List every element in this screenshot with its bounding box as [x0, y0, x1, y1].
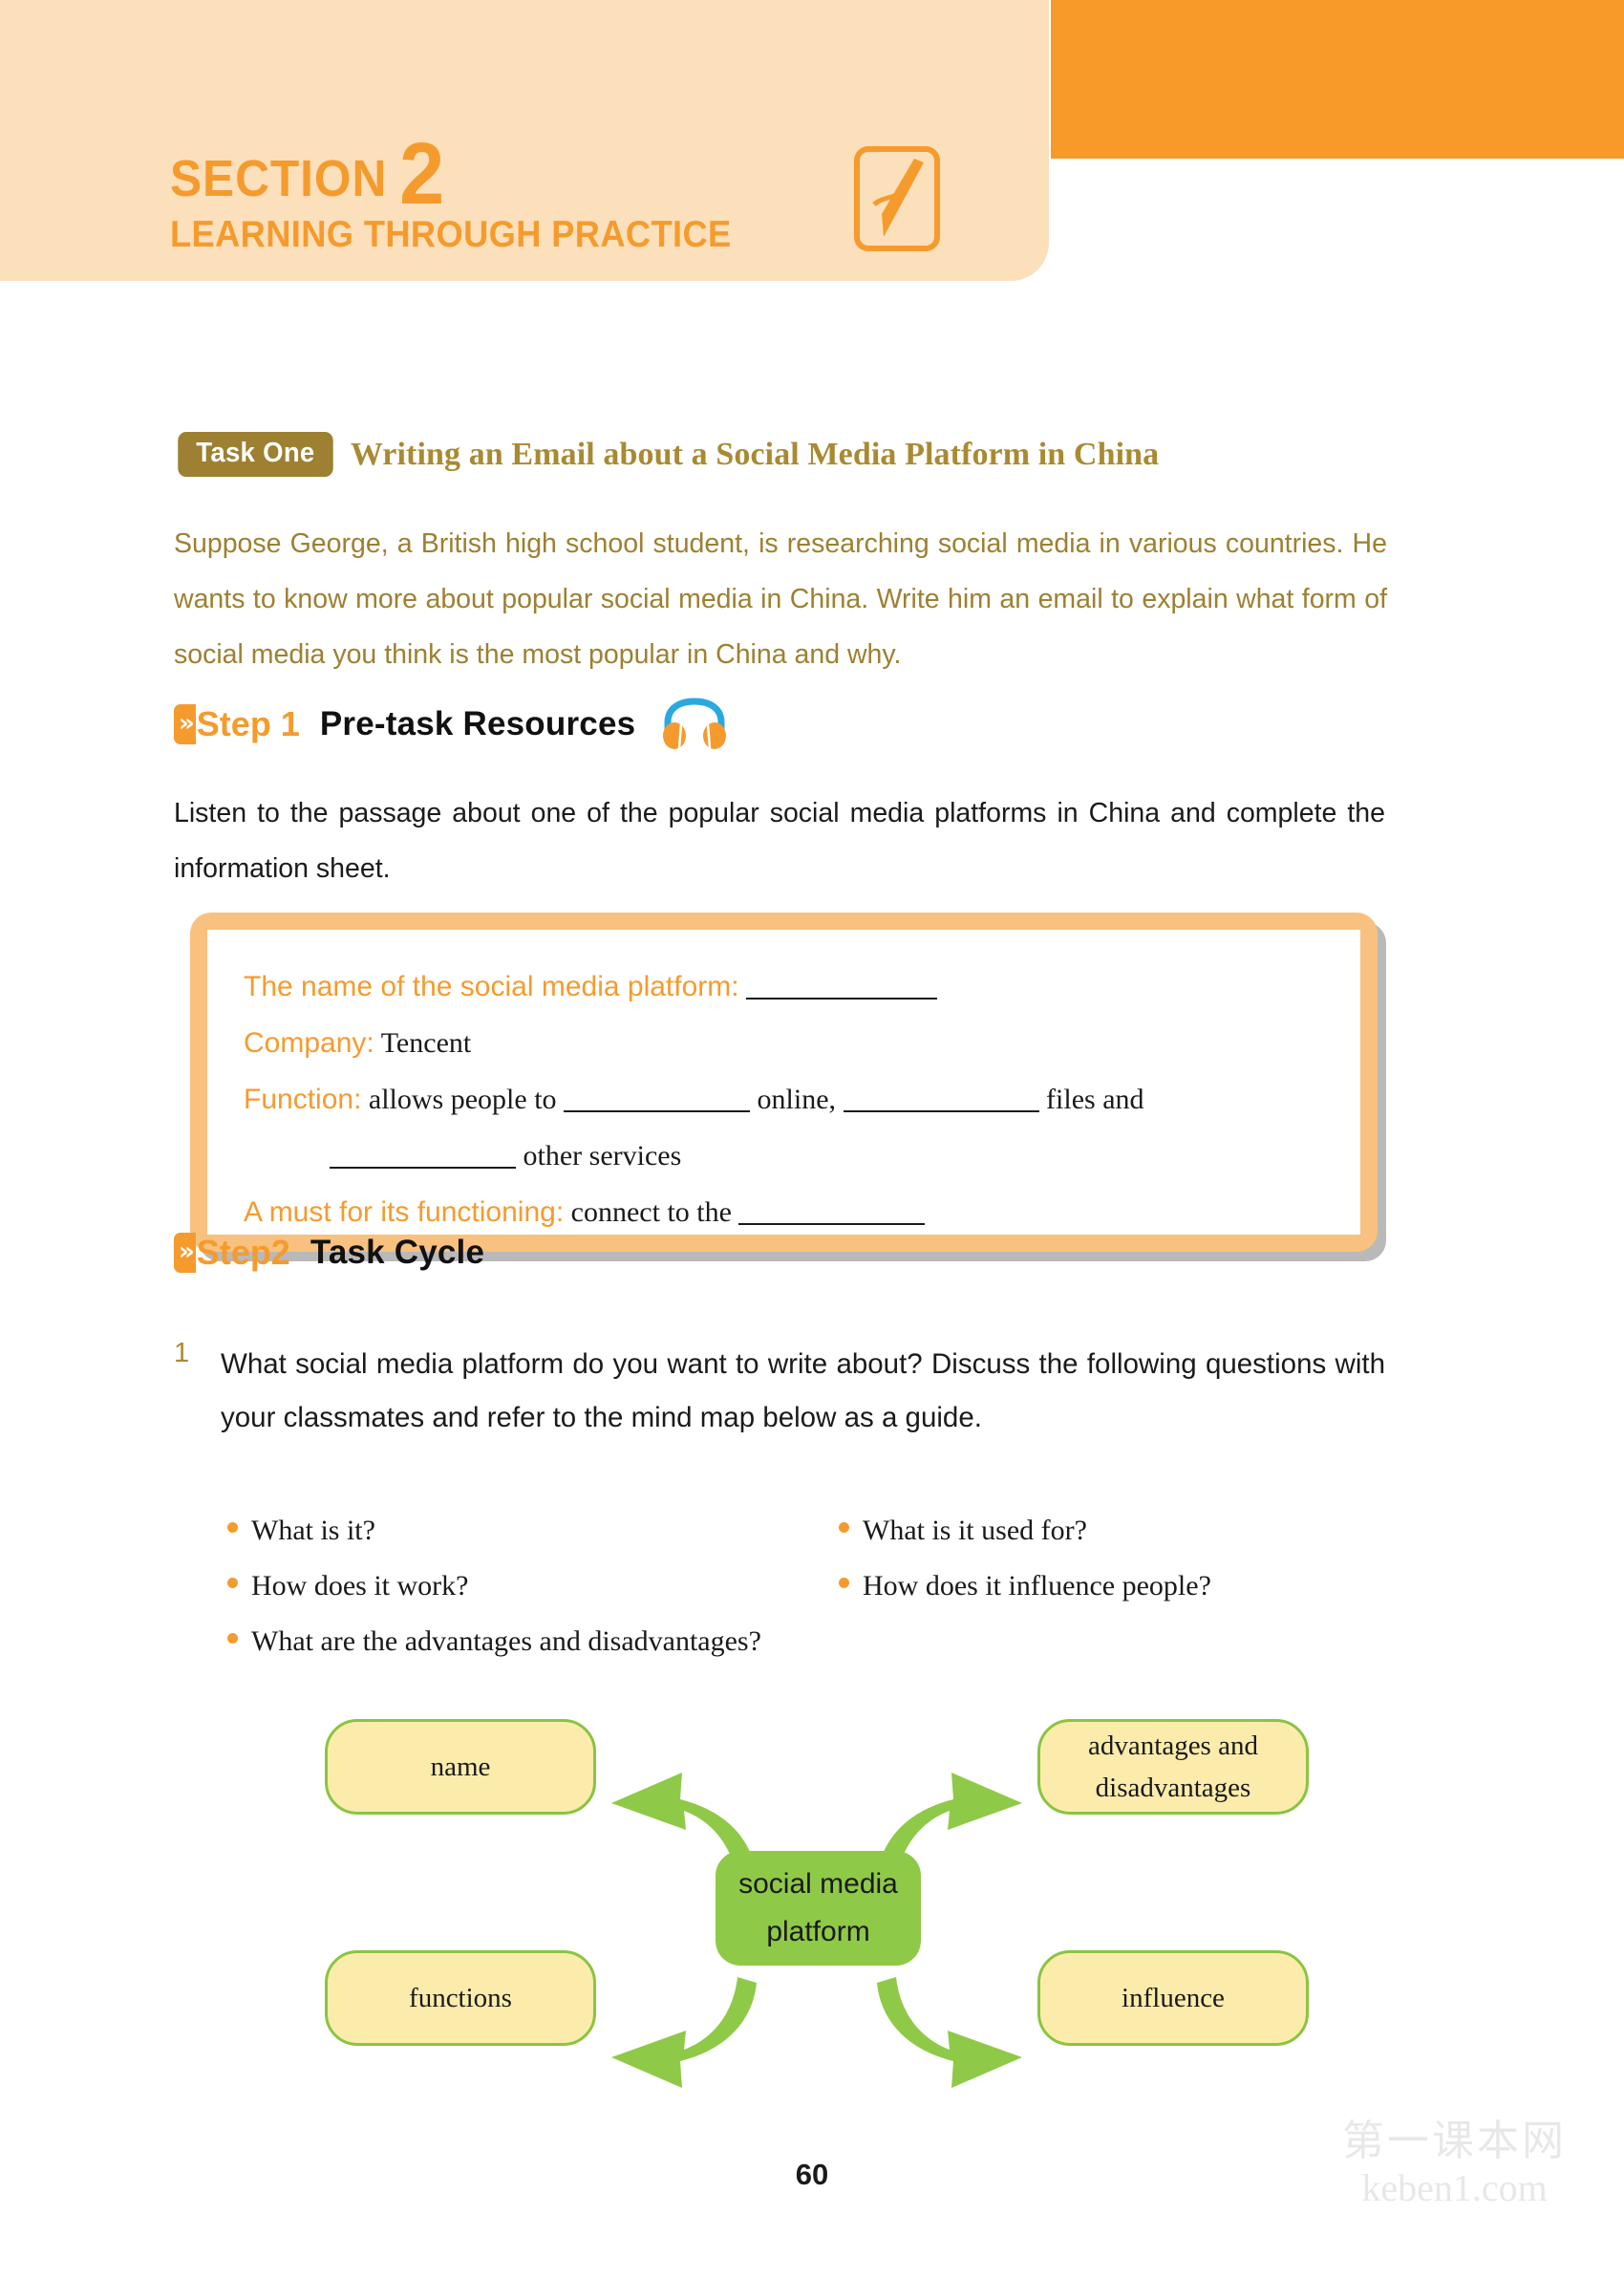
- sheet-blank-function-2[interactable]: [843, 1082, 1039, 1112]
- section-number: 2: [399, 125, 446, 223]
- step-2-chip: » Step2: [174, 1233, 290, 1273]
- bullet-label: How does it work?: [251, 1570, 469, 1602]
- task-one-heading: Task One Writing an Email about a Social…: [174, 432, 1159, 477]
- section-subtitle: LEARNING THROUGH PRACTICE: [170, 213, 732, 255]
- bullet-dot-icon: [227, 1522, 238, 1533]
- bullet-dot-icon: [839, 1578, 849, 1588]
- sheet-text-function-3: files and: [1046, 1084, 1144, 1115]
- step-1-subject: Pre-task Resources: [319, 705, 636, 742]
- arrow-down-right-icon: [877, 1977, 1022, 2088]
- bullet-dot-icon: [227, 1578, 238, 1588]
- mindmap-node-functions[interactable]: functions: [325, 1950, 596, 2046]
- section-label: SECTION: [170, 149, 388, 207]
- item-text: What social media platform do you want t…: [221, 1348, 1385, 1433]
- section-title-line: SECTION 2: [170, 130, 725, 217]
- bullet-label: What are the advantages and disadvantage…: [251, 1625, 761, 1657]
- mindmap-node-label-line1: advantages and: [1088, 1731, 1258, 1761]
- mindmap-node-center[interactable]: social media platform: [716, 1851, 921, 1966]
- step-1-label: Step 1: [196, 704, 300, 743]
- step-1-instruction: Listen to the passage about one of the p…: [174, 798, 1385, 884]
- sheet-text-function-1: allows people to: [368, 1084, 557, 1115]
- sheet-value-company: Tencent: [380, 1027, 472, 1059]
- sheet-text-must: connect to the: [570, 1196, 732, 1228]
- headphones-icon: [663, 698, 727, 749]
- sheet-label-company: Company:: [244, 1027, 374, 1059]
- mindmap-node-label: influence: [1122, 1983, 1225, 2013]
- sheet-blank-function-1[interactable]: [564, 1082, 751, 1112]
- information-sheet: The name of the social media platform: C…: [190, 913, 1386, 1261]
- mindmap-node-label: functions: [409, 1983, 512, 2013]
- list-item: What is it used for?: [839, 1515, 1087, 1547]
- mindmap-node-label-line2: disadvantages: [1095, 1773, 1251, 1803]
- item-number: 1: [174, 1338, 190, 1368]
- double-chevron-right-icon: »: [174, 704, 196, 744]
- sheet-line-company: Company: Tencent: [244, 1015, 1324, 1071]
- mind-map-diagram: name advantages and disadvantages functi…: [325, 1696, 1309, 2136]
- section-banner-text: SECTION 2 LEARNING THROUGH PRACTICE: [170, 130, 774, 255]
- bullet-label: What is it used for?: [863, 1515, 1087, 1546]
- list-item: What are the advantages and disadvantage…: [227, 1625, 839, 1658]
- discussion-question-list: What is it? What is it used for? How doe…: [227, 1515, 1412, 1681]
- mindmap-node-advantages[interactable]: advantages and disadvantages: [1037, 1719, 1309, 1815]
- section-banner: SECTION 2 LEARNING THROUGH PRACTICE: [0, 0, 1049, 281]
- bullet-dot-icon: [227, 1633, 238, 1644]
- watermark: 第一课本网 keben1.com: [1342, 2117, 1567, 2210]
- step-1-heading: » Step 1 Pre-task Resources: [174, 698, 728, 751]
- bullet-row: What are the advantages and disadvantage…: [227, 1625, 1412, 1681]
- information-sheet-frame: The name of the social media platform: C…: [190, 913, 1378, 1252]
- header-orange-tab: [1051, 0, 1624, 159]
- list-item: What is it?: [227, 1515, 839, 1547]
- watermark-chinese: 第一课本网: [1342, 2117, 1567, 2165]
- sheet-line-function: Function: allows people to online, files…: [244, 1071, 1324, 1128]
- step-2-label: Step2: [196, 1233, 290, 1272]
- bullet-row: How does it work? How does it influence …: [227, 1570, 1412, 1625]
- task-title: Writing an Email about a Social Media Pl…: [350, 436, 1160, 472]
- double-chevron-right-icon: »: [174, 1233, 196, 1273]
- sheet-line-function-cont: other services: [244, 1128, 1324, 1184]
- task-intro-paragraph: Suppose George, a British high school st…: [174, 528, 1387, 670]
- mindmap-node-label: name: [430, 1752, 491, 1782]
- arrow-down-left-icon: [611, 1977, 757, 2088]
- watermark-domain: keben1.com: [1361, 2166, 1548, 2209]
- mindmap-node-influence[interactable]: influence: [1037, 1950, 1309, 2046]
- mindmap-center-label-line1: social media: [738, 1868, 898, 1900]
- sheet-label-must: A must for its functioning:: [244, 1196, 565, 1228]
- sheet-text-function-2: online,: [757, 1084, 837, 1115]
- page-header: SECTION 2 LEARNING THROUGH PRACTICE: [0, 0, 1624, 296]
- sheet-text-function-4: other services: [523, 1140, 682, 1172]
- task-cycle-item-1: 1 What social media platform do you want…: [174, 1338, 1385, 1445]
- sheet-line-platform-name: The name of the social media platform:: [244, 958, 1324, 1015]
- sheet-label-platform-name: The name of the social media platform:: [244, 971, 739, 1002]
- mindmap-node-name[interactable]: name: [325, 1719, 596, 1815]
- sheet-blank-must[interactable]: [738, 1194, 926, 1225]
- sheet-blank-platform-name[interactable]: [746, 969, 938, 1000]
- pen-writing-icon: [854, 146, 940, 251]
- bullet-label: How does it influence people?: [863, 1570, 1211, 1602]
- step-1-chip: » Step 1: [174, 704, 300, 744]
- list-item: How does it work?: [227, 1570, 839, 1602]
- task-badge: Task One: [178, 432, 333, 477]
- information-sheet-body: The name of the social media platform: C…: [207, 930, 1360, 1235]
- sheet-label-function: Function:: [244, 1084, 362, 1115]
- bullet-label: What is it?: [251, 1515, 375, 1546]
- mindmap-center-label-line2: platform: [766, 1916, 870, 1947]
- step-2-subject: Task Cycle: [310, 1234, 485, 1271]
- bullet-row: What is it? What is it used for?: [227, 1515, 1412, 1570]
- list-item: How does it influence people?: [839, 1570, 1211, 1602]
- step-2-heading: » Step2 Task Cycle: [174, 1233, 484, 1273]
- bullet-dot-icon: [839, 1522, 849, 1533]
- sheet-blank-function-3[interactable]: [330, 1138, 516, 1169]
